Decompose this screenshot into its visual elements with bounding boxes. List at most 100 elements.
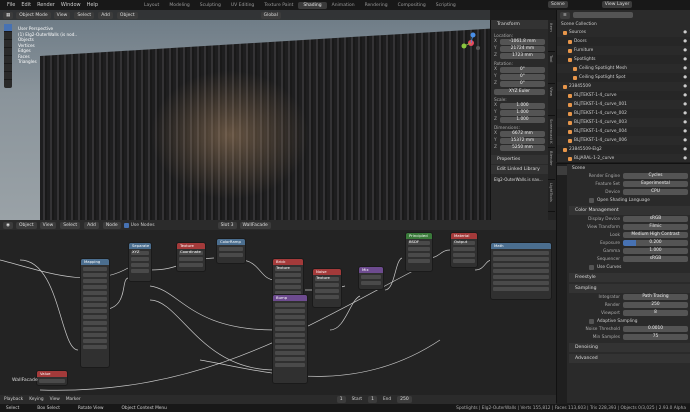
use-nodes-toggle[interactable]: Use Nodes	[123, 222, 155, 228]
node-socket-field[interactable]	[361, 275, 381, 279]
outliner-item[interactable]: Furniture ●	[557, 46, 690, 55]
node-socket-field[interactable]	[493, 263, 549, 267]
material-selector[interactable]: WallFacade	[239, 221, 271, 229]
property-field[interactable]: 8	[623, 310, 688, 316]
npanel-value-field[interactable]: 1.000	[500, 109, 545, 116]
node-socket-field[interactable]	[131, 263, 149, 267]
outliner-item[interactable]: Ceiling Spotlight Spot ●	[557, 73, 690, 82]
sidebar-tab-blender[interactable]: Blender	[548, 148, 555, 180]
timeline-menu-marker[interactable]: Marker	[66, 397, 81, 402]
sidebar-tab-screencast-k[interactable]: Screencast K	[548, 116, 555, 148]
timeline-menu-view[interactable]: View	[50, 397, 60, 402]
node-socket-field[interactable]	[275, 309, 305, 313]
npanel-value-field[interactable]: 0°	[500, 73, 545, 80]
property-field[interactable]: 75	[623, 334, 688, 340]
node-socket-field[interactable]	[83, 291, 107, 295]
node-menu-node[interactable]: Node	[102, 221, 121, 229]
node-mix[interactable]: Mix	[358, 266, 384, 290]
node-colorramp[interactable]: ColorRamp	[216, 238, 246, 264]
outliner-item[interactable]: BLJTEKST-1-4_curve_001 ●	[557, 100, 690, 109]
property-field[interactable]: Cycles	[623, 173, 688, 179]
menu-help[interactable]: Help	[87, 2, 98, 8]
shader-type-selector[interactable]: Object	[15, 221, 37, 229]
node-socket-field[interactable]	[83, 279, 107, 283]
node-socket-field[interactable]	[275, 321, 305, 325]
node-socket-field[interactable]	[275, 339, 305, 343]
node-socket-field[interactable]	[83, 321, 107, 325]
property-field[interactable]: 1.000	[623, 248, 688, 254]
node-socket-field[interactable]	[83, 309, 107, 313]
material-tab-icon[interactable]	[557, 226, 567, 235]
node-socket-field[interactable]	[83, 339, 107, 343]
node-socket-field[interactable]	[275, 345, 305, 349]
node-bump[interactable]: Bump	[272, 294, 308, 384]
menu-window[interactable]: Window	[61, 2, 81, 8]
workspace-tab-modeling[interactable]: Modeling	[164, 2, 194, 9]
sidebar-tab-tool[interactable]: Tool	[548, 52, 555, 84]
world-tab-icon[interactable]	[557, 206, 567, 215]
mode-selector[interactable]: Object Mode	[16, 11, 51, 19]
outliner-search-input[interactable]	[572, 12, 633, 18]
transform-panel-header[interactable]: Transform	[491, 20, 548, 29]
outliner-item[interactable]: BLJTEKST-1-4_curve_002 ●	[557, 109, 690, 118]
property-checkbox[interactable]: Open Shading Language	[569, 196, 690, 204]
node-socket-field[interactable]	[83, 285, 107, 289]
panel-header[interactable]: Sampling	[569, 284, 690, 293]
viewport-menu-select[interactable]: Select	[74, 11, 95, 19]
property-field[interactable]: sRGB	[623, 256, 688, 262]
node-socket-field[interactable]	[315, 283, 339, 287]
visibility-icon[interactable]: ●	[683, 30, 687, 35]
property-field[interactable]: 0.0010	[623, 326, 688, 332]
node-socket-field[interactable]	[275, 351, 305, 355]
node-menu-select[interactable]: Select	[60, 221, 81, 229]
end-frame-field[interactable]: 250	[397, 396, 412, 403]
visibility-icon[interactable]: ●	[683, 93, 687, 98]
properties-panel-header[interactable]: Properties	[491, 155, 548, 164]
sidebar-tab-view[interactable]: View	[548, 84, 555, 116]
node-socket-field[interactable]	[83, 345, 107, 349]
node-socket-field[interactable]	[131, 269, 149, 273]
node-socket-field[interactable]	[83, 273, 107, 277]
node-socket-field[interactable]	[275, 333, 305, 337]
property-field[interactable]: 0.200	[623, 240, 688, 246]
property-field[interactable]: 250	[623, 302, 688, 308]
visibility-icon[interactable]: ●	[683, 39, 687, 44]
menu-file[interactable]: File	[7, 2, 15, 8]
measure-tool-icon[interactable]	[4, 80, 12, 88]
node-mapping[interactable]: Mapping	[80, 258, 110, 368]
npanel-value-field[interactable]: 15372 mm	[500, 137, 545, 144]
npanel-value-field[interactable]: -1061.8 mm	[500, 38, 545, 45]
npanel-value-field[interactable]: 6672 mm	[500, 130, 545, 137]
workspace-tab-scripting[interactable]: Scripting	[431, 2, 461, 9]
property-field[interactable]: Filmic	[623, 224, 688, 230]
node-socket-field[interactable]	[493, 287, 549, 291]
npanel-value-field[interactable]: 1.000	[500, 116, 545, 123]
cursor-tool-icon[interactable]	[4, 32, 12, 40]
outliner-item[interactable]: Sources ●	[557, 28, 690, 37]
transform-tool-icon[interactable]	[4, 64, 12, 72]
node-socket-field[interactable]	[315, 289, 339, 293]
slot-selector[interactable]: Slot 3	[217, 221, 237, 229]
npanel-value-field[interactable]: 21724 mm	[500, 45, 545, 52]
scene-selector[interactable]: Scene	[548, 1, 568, 8]
node-socket-field[interactable]	[219, 253, 243, 257]
visibility-icon[interactable]: ●	[683, 111, 687, 116]
outliner-item[interactable]: Spotlights ●	[557, 55, 690, 64]
menu-edit[interactable]: Edit	[21, 2, 31, 8]
node-math[interactable]: Math	[490, 242, 552, 300]
outliner-item[interactable]: 23845509-Elg2 ●	[557, 145, 690, 154]
sidebar-tab-lighttools[interactable]: LightTools	[548, 180, 555, 212]
property-checkbox[interactable]: Adaptive Sampling	[569, 317, 690, 325]
output-tab-icon[interactable]	[557, 176, 567, 185]
npanel-value-field[interactable]: 1723 mm	[500, 52, 545, 59]
node-socket-field[interactable]	[179, 257, 203, 261]
edit-linked-library-header[interactable]: Edit Linked Library	[491, 165, 548, 174]
node-separate-xyz[interactable]: Separate XYZ	[128, 242, 152, 282]
workspace-tab-texture-paint[interactable]: Texture Paint	[259, 2, 298, 9]
node-socket-field[interactable]	[275, 285, 301, 289]
workspace-tab-animation[interactable]: Animation	[327, 2, 360, 9]
node-socket-field[interactable]	[493, 281, 549, 285]
panel-header[interactable]: Color Management	[569, 206, 690, 215]
3d-viewport[interactable]: ▦ Object Mode View Select Add Object Global…	[0, 10, 490, 220]
node-socket-field[interactable]	[83, 327, 107, 331]
